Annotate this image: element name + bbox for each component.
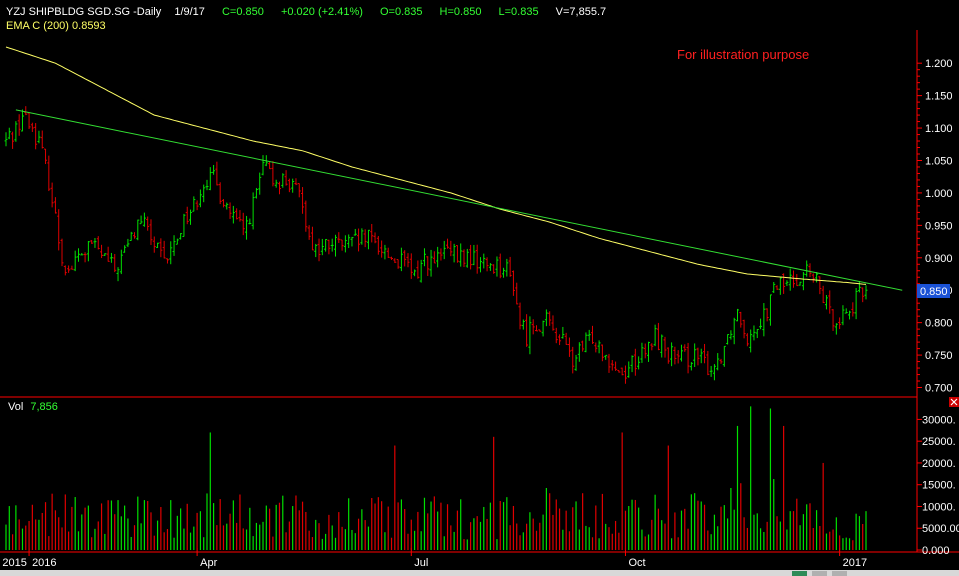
header-symbol: YZJ SHIPBLDG SGD.SG -Daily [6, 6, 162, 18]
price-tick-label: 1.000 [925, 188, 953, 200]
date-tick-label: Jul [414, 557, 428, 569]
volume-tick-label: 0.000 [922, 545, 950, 557]
volume-tick-label: 10000. [922, 501, 956, 513]
volume-tick-label: 15000. [922, 480, 956, 492]
date-tick-label: 2017 [843, 557, 867, 569]
toolbar-button-3[interactable] [832, 571, 847, 576]
header-open: O=0.835 [380, 6, 423, 18]
header-low: L=0.835 [499, 6, 539, 18]
toolbar-button-1[interactable] [792, 571, 807, 576]
date-tick-label: 2015 [2, 557, 26, 569]
volume-legend-label: Vol [8, 401, 23, 413]
volume-tick-label: 5000.00 [922, 523, 959, 535]
date-tick-label: 2016 [32, 557, 56, 569]
volume-pane-close-button[interactable] [949, 397, 959, 407]
date-tick-label: Apr [200, 557, 217, 569]
stock-chart: YZJ SHIPBLDG SGD.SG -Daily 1/9/17 C=0.85… [0, 0, 959, 576]
header-change: +0.020 (+2.41%) [281, 6, 363, 18]
volume-tick-label: 30000. [922, 414, 956, 426]
price-tick-label: 0.800 [925, 318, 953, 330]
price-tick-label: 0.750 [925, 350, 953, 362]
illustration-note: For illustration purpose [677, 47, 809, 62]
chart-background [0, 0, 959, 576]
volume-tick-label: 20000. [922, 458, 956, 470]
header-volume: V=7,855.7 [556, 6, 606, 18]
toolbar-button-2[interactable] [812, 571, 827, 576]
ema-legend: EMA C (200) 0.8593 [6, 20, 106, 32]
date-tick-label: Oct [628, 557, 645, 569]
header-close: C=0.850 [222, 6, 264, 18]
price-tick-label: 1.150 [925, 91, 953, 103]
price-tick-label: 0.950 [925, 220, 953, 232]
price-tick-label: 1.050 [925, 155, 953, 167]
price-tick-label: 1.200 [925, 58, 953, 70]
header-date: 1/9/17 [174, 6, 205, 18]
header-high: H=0.850 [440, 6, 482, 18]
volume-tick-label: 25000. [922, 436, 956, 448]
price-tick-label: 0.700 [925, 383, 953, 395]
price-tick-label: 0.900 [925, 253, 953, 265]
volume-legend-value: 7,856 [30, 401, 58, 413]
volume-legend: Vol 7,856 [8, 401, 58, 413]
header-line: YZJ SHIPBLDG SGD.SG -Daily 1/9/17 C=0.85… [6, 6, 606, 18]
last-price-label: 0.850 [920, 286, 948, 298]
price-tick-label: 1.100 [925, 123, 953, 135]
